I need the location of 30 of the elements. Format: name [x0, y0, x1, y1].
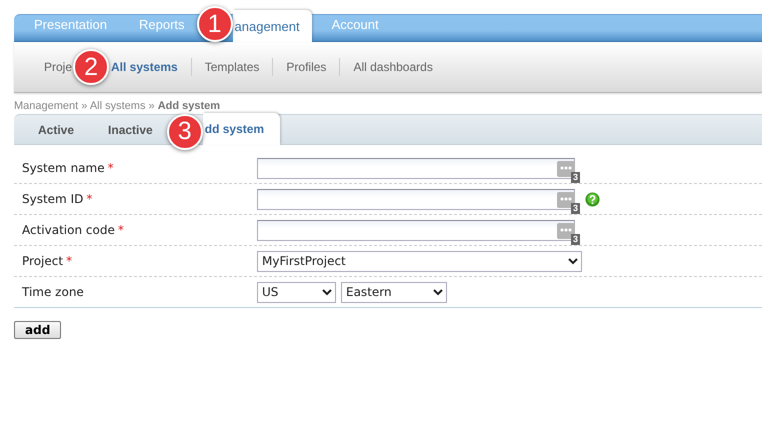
- project-select[interactable]: MyFirstProject: [257, 250, 582, 272]
- required-mark: *: [66, 254, 72, 268]
- callout-badge: 3: [166, 114, 203, 150]
- sub-nav-link[interactable]: All dashboards: [353, 60, 446, 74]
- sub-nav-link[interactable]: Profiles: [286, 60, 340, 74]
- sub-tab[interactable]: Active: [26, 116, 86, 144]
- breadcrumb: Management » All systems » Add system: [14, 100, 222, 114]
- sub-nav-link[interactable]: All systems: [111, 60, 191, 74]
- region-select[interactable]: US: [257, 282, 336, 302]
- sub-nav-link[interactable]: Templates: [204, 60, 272, 74]
- text-field[interactable]: [257, 158, 575, 178]
- sub-tab[interactable]: Inactive: [96, 116, 165, 144]
- callout-badge: 1: [196, 6, 233, 42]
- sub-nav-link[interactable]: Proje: [44, 60, 72, 74]
- field-label: Project: [22, 254, 64, 268]
- callout-badge: 2: [73, 49, 110, 85]
- text-field[interactable]: [257, 188, 575, 210]
- zone-select[interactable]: Eastern: [341, 282, 447, 302]
- add-button[interactable]: add: [14, 321, 62, 339]
- required-mark: *: [118, 223, 124, 237]
- field-label: Time zone: [22, 285, 84, 299]
- help-icon[interactable]: [585, 192, 600, 206]
- field-label: Activation code: [22, 223, 115, 237]
- required-mark: *: [108, 161, 114, 175]
- field-label: System name: [22, 161, 105, 175]
- nav-tab[interactable]: anagement: [232, 10, 312, 42]
- text-field[interactable]: [257, 220, 575, 240]
- required-mark: *: [86, 192, 92, 206]
- field-label: System ID: [22, 192, 84, 206]
- sub-tab[interactable]: dd system: [202, 113, 280, 145]
